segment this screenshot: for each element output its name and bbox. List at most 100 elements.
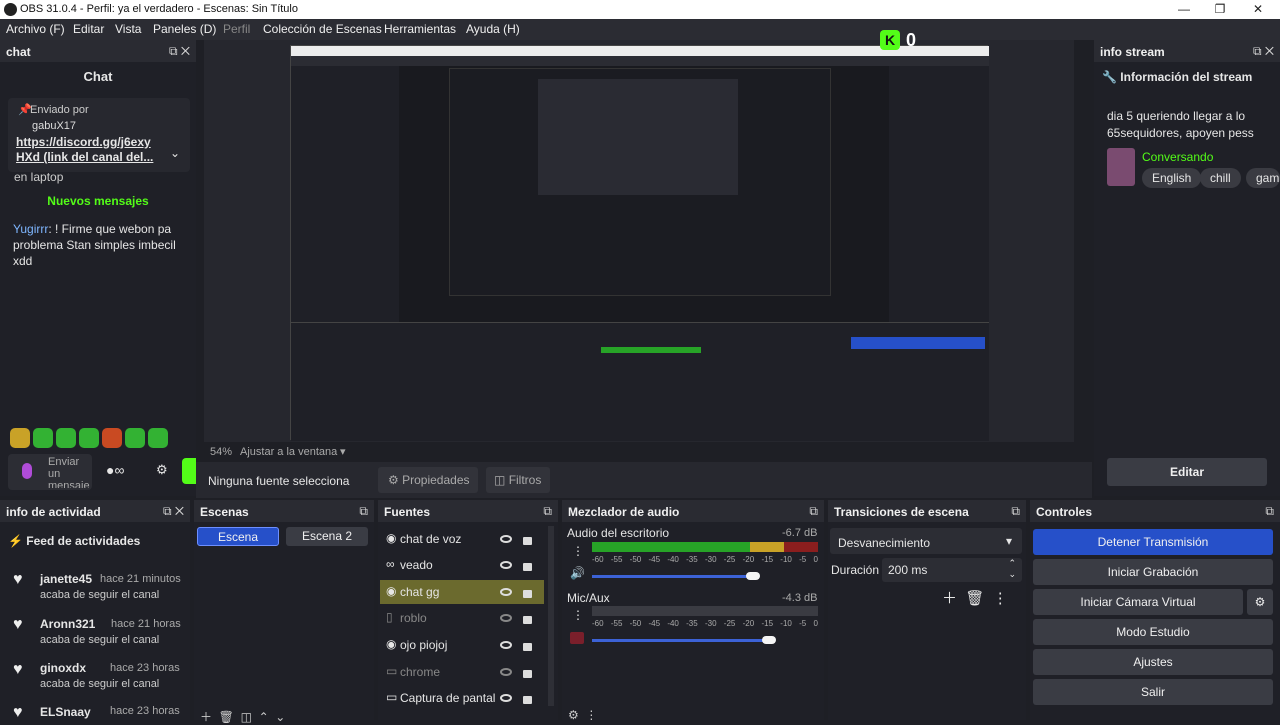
chat-input-placeholder: Enviar un mensaje — [48, 456, 90, 488]
message-user[interactable]: Yugirrr — [13, 222, 48, 236]
kebab-menu-icon[interactable]: ⋮ — [572, 544, 584, 558]
studio-mode-button[interactable]: Modo Estudio — [1033, 619, 1273, 645]
activity-time: hace 23 horas — [110, 662, 180, 674]
activity-action: acaba de seguir el canal — [40, 589, 160, 601]
emote-3[interactable] — [56, 428, 76, 448]
emote-2[interactable] — [33, 428, 53, 448]
eye-icon[interactable] — [500, 535, 512, 543]
source-item[interactable]: ▭ chrome — [378, 660, 544, 684]
preview-area[interactable]: K 0 — [204, 30, 1074, 442]
undock-icon[interactable]: ⧉ — [543, 504, 552, 519]
preview-canvas[interactable] — [290, 45, 989, 441]
scene-item[interactable]: Escena 2 — [286, 527, 368, 546]
eye-hidden-icon[interactable] — [500, 614, 512, 622]
activity-dock: info de actividad ⧉ ✕ ⚡ Feed de activida… — [0, 500, 190, 721]
scrollbar[interactable] — [548, 526, 554, 706]
menu-ayuda[interactable]: Ayuda (H) — [466, 22, 520, 36]
emote-1[interactable] — [10, 428, 30, 448]
gear-icon[interactable]: ⚙ — [156, 462, 168, 478]
obs-logo-icon — [4, 3, 17, 16]
lock-icon[interactable] — [523, 563, 532, 571]
controls-dock: Controles ⧉ Detener Transmisión Iniciar … — [1030, 500, 1280, 720]
menu-archivo[interactable]: Archivo (F) — [6, 22, 65, 36]
lock-icon[interactable] — [523, 537, 532, 545]
nested-menubar — [291, 56, 989, 66]
menu-coleccion[interactable]: Colección de Escenas — [263, 22, 382, 36]
activity-action: acaba de seguir el canal — [40, 678, 160, 690]
source-item[interactable]: ∞ veado — [378, 553, 544, 577]
properties-button[interactable]: ⚙ Propiedades — [378, 467, 478, 493]
menu-editar[interactable]: Editar — [73, 22, 104, 36]
activity-user: janette45 — [40, 572, 93, 586]
spin-arrows-icon[interactable]: ⌃ ⌄ — [1008, 558, 1016, 580]
pinned-link[interactable]: https://discord.gg/j6exy HXd (link del c… — [16, 135, 166, 165]
slider-knob[interactable] — [762, 636, 776, 644]
emote-7[interactable] — [148, 428, 168, 448]
zoom-fit-select[interactable]: Ajustar a la ventana — [240, 446, 337, 458]
scene-item-active[interactable]: Escena — [197, 527, 279, 546]
menu-herramientas[interactable]: Herramientas — [384, 22, 456, 36]
eye-icon[interactable] — [500, 694, 512, 702]
lock-icon[interactable] — [523, 616, 532, 624]
zoom-level: 54% — [210, 446, 233, 458]
edit-stream-button[interactable]: Editar — [1107, 458, 1267, 486]
settings-button[interactable]: Ajustes — [1033, 649, 1273, 675]
gear-icon[interactable]: ⚙ — [1247, 589, 1273, 615]
filters-button[interactable]: ◫ Filtros — [486, 467, 550, 493]
start-recording-button[interactable]: Iniciar Grabación — [1033, 559, 1273, 585]
dock-buttons[interactable]: ⧉ ✕ — [169, 44, 190, 59]
lock-icon[interactable] — [523, 670, 532, 678]
eye-hidden-icon[interactable] — [500, 668, 512, 676]
emote-6[interactable] — [125, 428, 145, 448]
undock-icon[interactable]: ⧉ — [359, 504, 368, 519]
eye-icon[interactable] — [500, 588, 512, 596]
undock-icon[interactable]: ⧉ — [1011, 504, 1020, 519]
eye-icon[interactable] — [500, 561, 512, 569]
source-item[interactable]: ▯ roblo — [378, 606, 544, 630]
source-item-selected[interactable]: ◉ chat gg — [380, 580, 544, 604]
stop-streaming-button[interactable]: Detener Transmisión — [1033, 529, 1273, 555]
slider-knob[interactable] — [746, 572, 760, 580]
lock-icon[interactable] — [523, 696, 532, 704]
mute-icon[interactable] — [570, 632, 584, 644]
lock-icon[interactable] — [523, 643, 532, 651]
transition-select[interactable]: Desvanecimiento ▾ — [830, 528, 1022, 554]
close-button[interactable]: ✕ — [1238, 0, 1278, 19]
send-button[interactable] — [182, 458, 196, 484]
scene-toolbar[interactable]: ＋ 🗑 ◫ ⌃ ⌄ — [200, 708, 285, 725]
start-virtual-camera-button[interactable]: Iniciar Cámara Virtual — [1033, 589, 1243, 615]
duration-spinbox[interactable]: 200 ms ⌃ ⌄ — [882, 558, 1022, 582]
source-item[interactable]: ▭ Captura de pantall: — [378, 686, 544, 710]
undock-icon[interactable]: ⧉ — [1265, 504, 1274, 519]
volume-slider[interactable] — [592, 639, 768, 642]
emote-4[interactable] — [79, 428, 99, 448]
dock-buttons[interactable]: ⧉ ✕ — [1253, 44, 1274, 59]
source-item[interactable]: ◉ ojo piojoj — [378, 633, 544, 657]
no-source-label: Ninguna fuente selecciona — [208, 474, 350, 488]
menu-perfil[interactable]: Perfil — [223, 22, 250, 36]
source-item[interactable]: ◉ chat de voz — [378, 527, 544, 551]
undock-icon[interactable]: ⧉ — [809, 504, 818, 519]
emote-row[interactable] — [10, 428, 171, 451]
minimize-button[interactable]: — — [1164, 0, 1204, 19]
transition-toolbar[interactable]: ＋ 🗑 ⋮ — [942, 587, 1008, 608]
bottom-docks: info de actividad ⧉ ✕ ⚡ Feed de activida… — [0, 500, 1280, 724]
caret-down-icon[interactable]: ▾ — [340, 445, 346, 458]
chevron-down-icon[interactable]: ⌄ — [170, 146, 180, 160]
menu-vista[interactable]: Vista — [115, 22, 141, 36]
lock-icon[interactable] — [523, 590, 532, 598]
maximize-button[interactable]: ❐ — [1200, 0, 1240, 19]
eye-icon[interactable] — [500, 641, 512, 649]
volume-slider[interactable] — [592, 575, 752, 578]
speaker-icon[interactable]: 🔊 — [570, 566, 585, 580]
emote-5[interactable] — [102, 428, 122, 448]
heart-icon: ♥ — [13, 661, 23, 678]
menu-paneles[interactable]: Paneles (D) — [153, 22, 216, 36]
stream-category[interactable]: Conversando — [1142, 150, 1213, 164]
chat-input[interactable]: Enviar un mensaje — [8, 454, 92, 490]
dock-buttons[interactable]: ⧉ ✕ — [163, 504, 184, 519]
kebab-menu-icon[interactable]: ⋮ — [572, 608, 584, 622]
exit-button[interactable]: Salir — [1033, 679, 1273, 705]
emote-picker-icon[interactable]: ●∞ — [106, 462, 124, 478]
stream-title: dia 5 queriendo llegar a lo 65sequidores… — [1107, 109, 1254, 140]
